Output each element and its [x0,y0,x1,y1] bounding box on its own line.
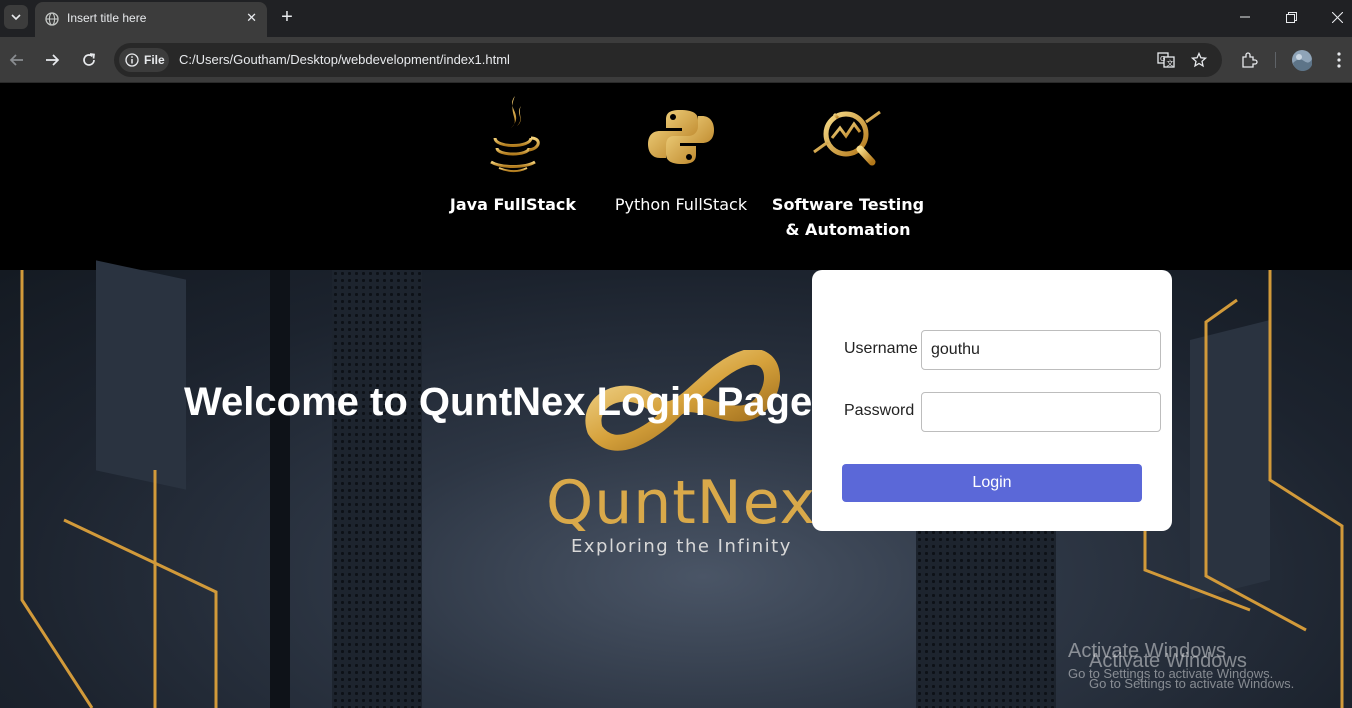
minimize-button[interactable] [1222,0,1268,34]
chip-label: File [144,53,165,67]
course-navbar: Java FullStack Python FullStack Software… [0,84,1352,270]
course-python[interactable]: Python FullStack [596,92,766,217]
address-bar[interactable]: File C:/Users/Goutham/Desktop/webdevelop… [114,43,1222,77]
browser-tab[interactable]: Insert title here ✕ [35,2,267,37]
reload-button[interactable] [77,48,101,72]
translate-icon[interactable]: G文 [1156,50,1176,70]
tab-strip: Insert title here ✕ + [0,0,1352,37]
tab-title: Insert title here [67,11,147,25]
course-label: Java FullStack [449,195,577,214]
extensions-icon[interactable] [1237,48,1261,72]
browser-toolbar: File C:/Users/Goutham/Desktop/webdevelop… [0,37,1352,83]
restore-button[interactable] [1268,0,1314,34]
login-form: Username Password Login [812,270,1172,531]
course-label: Software Testing & Automation [771,195,925,239]
toolbar-divider [1275,52,1276,68]
new-tab-button[interactable]: + [279,6,295,28]
brand-name: QuntNex [546,468,817,538]
activation-watermark-subtitle: Go to Settings to activate Windows. [1089,676,1295,691]
brand-tagline: Exploring the Infinity [571,536,792,557]
username-input[interactable] [921,330,1161,370]
page-heading: Welcome to QuntNex Login Page [184,380,813,424]
globe-icon [45,12,59,26]
back-button[interactable] [5,48,29,72]
course-java[interactable]: Java FullStack [428,92,598,217]
menu-kebab-icon[interactable] [1327,48,1351,72]
password-label: Password [844,402,915,419]
activation-watermark-title: Activate Windows [1089,650,1247,672]
python-logo-icon [648,110,714,164]
site-info-chip[interactable]: File [119,48,169,72]
bookmark-star-icon[interactable] [1189,50,1209,70]
password-input[interactable] [921,392,1161,432]
username-label: Username [844,340,918,357]
profile-avatar[interactable] [1290,48,1314,72]
course-label: Python FullStack [614,195,748,214]
url-text[interactable]: C:/Users/Goutham/Desktop/webdevelopment/… [179,52,510,67]
course-testing[interactable]: Software Testing & Automation [763,92,933,242]
tab-search-icon[interactable] [4,5,28,29]
svg-text:G: G [1160,55,1165,63]
testing-magnifier-icon [813,110,881,166]
page-viewport: Java FullStack Python FullStack Software… [0,84,1352,708]
login-button[interactable]: Login [842,464,1142,502]
forward-button[interactable] [40,48,64,72]
info-icon [125,53,139,67]
svg-text:文: 文 [1167,59,1174,68]
java-cup-icon [490,96,540,172]
close-window-button[interactable] [1314,0,1352,34]
tab-close-icon[interactable]: ✕ [246,10,257,26]
